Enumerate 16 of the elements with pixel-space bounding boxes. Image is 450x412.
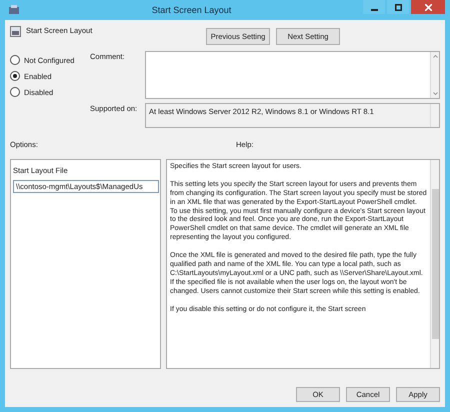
maximize-button[interactable] <box>387 0 409 14</box>
scrollbar[interactable] <box>430 160 439 368</box>
close-button[interactable] <box>411 0 445 14</box>
scroll-up-icon[interactable] <box>432 55 438 58</box>
radio-button[interactable] <box>10 55 20 65</box>
setting-icon <box>10 26 21 37</box>
window-title: Start Screen Layout <box>150 5 232 15</box>
radio-button[interactable] <box>10 87 20 97</box>
scroll-down-icon[interactable] <box>432 92 438 95</box>
scrollbar[interactable] <box>430 52 439 98</box>
minimize-button[interactable] <box>363 0 385 14</box>
comment-field[interactable] <box>145 51 440 99</box>
close-icon <box>424 4 432 10</box>
radio-button[interactable] <box>10 71 20 81</box>
maximize-icon <box>394 4 402 10</box>
policy-icon <box>8 4 20 16</box>
